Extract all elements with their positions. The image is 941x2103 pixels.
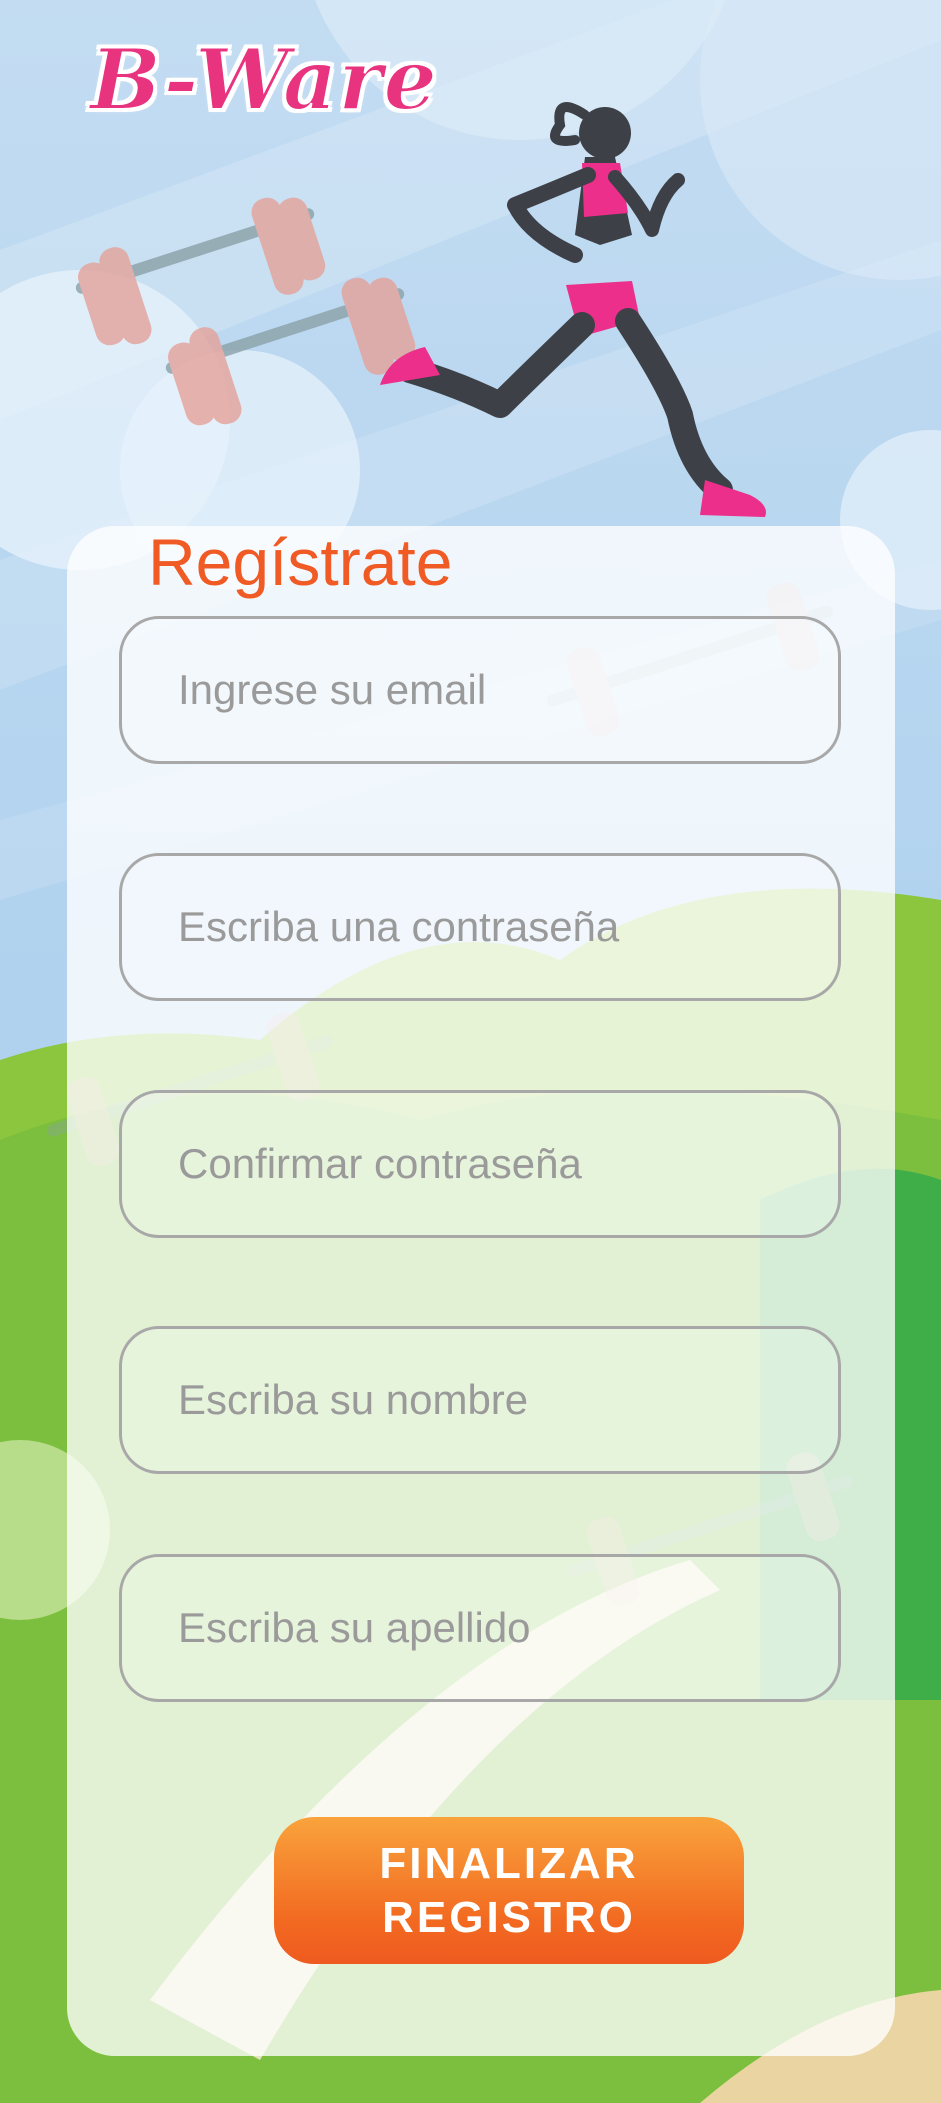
last-name-input[interactable] [122,1604,838,1652]
password-input[interactable] [122,903,838,951]
confirm-password-field[interactable] [119,1090,841,1238]
password-field[interactable] [119,853,841,1001]
email-field[interactable] [119,616,841,764]
finish-registration-button[interactable]: FINALIZAR REGISTRO [274,1817,744,1964]
first-name-field[interactable] [119,1326,841,1474]
page-title: Regístrate [148,525,453,599]
button-label-line1: FINALIZAR [379,1838,639,1888]
confirm-password-input[interactable] [122,1140,838,1188]
email-input[interactable] [122,666,838,714]
button-label-line2: REGISTRO [382,1892,636,1942]
runner-illustration [380,102,766,517]
first-name-input[interactable] [122,1376,838,1424]
last-name-field[interactable] [119,1554,841,1702]
